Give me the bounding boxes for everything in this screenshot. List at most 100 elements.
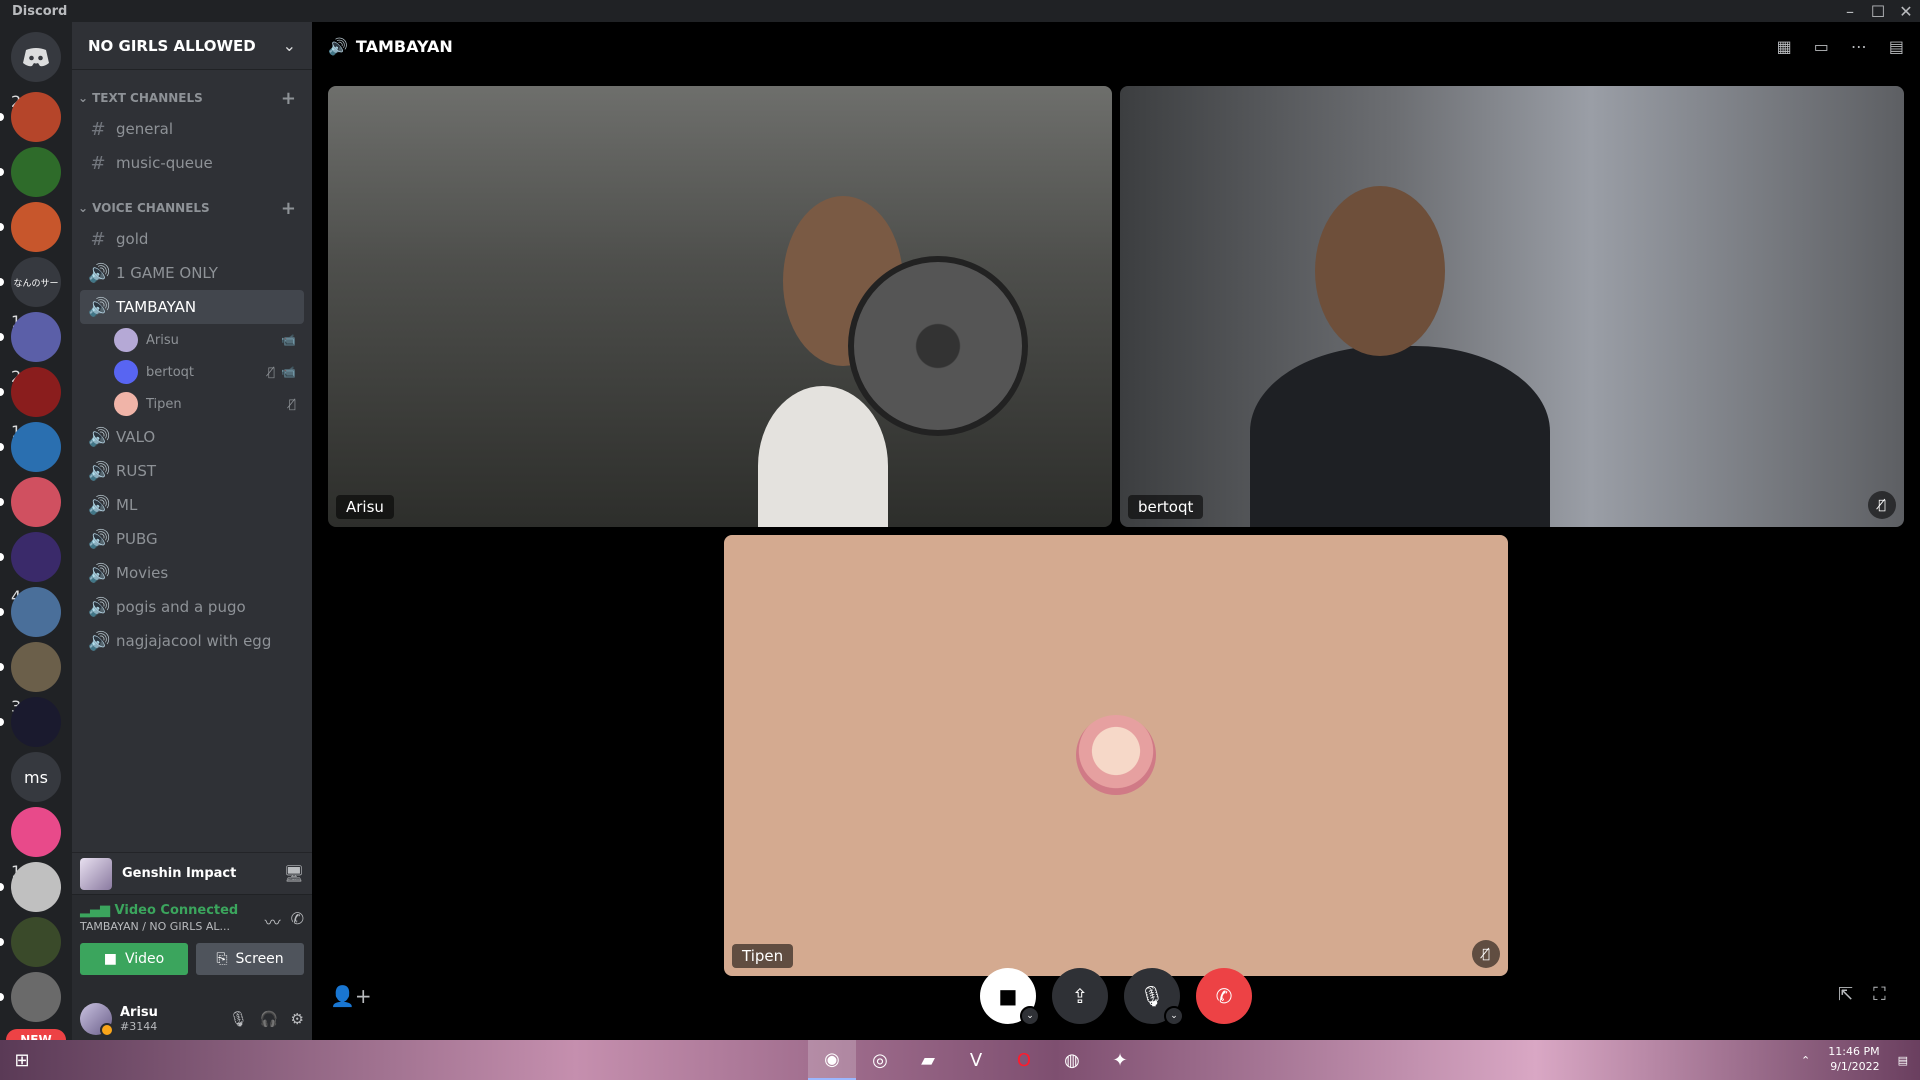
server-icon-16[interactable] — [11, 972, 61, 1022]
fullscreen-icon[interactable]: ⛶ — [1873, 984, 1886, 1005]
chevron-down-icon[interactable]: ⌄ — [1020, 1006, 1040, 1026]
channel-valo[interactable]: 🔊 VALO — [80, 420, 304, 454]
channel-pogis-and-a-pugo[interactable]: 🔊 pogis and a pugo — [80, 590, 304, 624]
microphone-icon[interactable]: 🎙 — [229, 1010, 248, 1028]
channel-movies[interactable]: 🔊 Movies — [80, 556, 304, 590]
muted-mic-icon: 🎙̸ — [288, 397, 296, 411]
server-icon-11[interactable]: 3 — [11, 697, 61, 747]
channel-tambayan[interactable]: 🔊 TAMBAYAN — [80, 290, 304, 324]
stream-game-icon[interactable]: 🖥 — [284, 864, 304, 883]
guild-header[interactable]: NO GIRLS ALLOWED ⌄ — [72, 22, 312, 70]
video-tile-tipen[interactable]: Tipen 🎙̸ — [724, 535, 1508, 976]
video-camera-icon: 📹 — [281, 365, 296, 379]
server-icon-15[interactable] — [11, 917, 61, 967]
disconnect-button[interactable]: ✆ — [1196, 968, 1252, 1024]
server-icon-14[interactable]: 1 — [11, 862, 61, 912]
unread-pill — [0, 883, 4, 891]
category-text-channels[interactable]: ⌄ TEXT CHANNELS + — [72, 84, 312, 112]
camera-button[interactable]: ■ ⌄ — [980, 968, 1040, 1026]
disconnect-icon[interactable]: ✆ — [291, 909, 304, 933]
channel-1-game-only[interactable]: 🔊 1 GAME ONLY — [80, 256, 304, 290]
voice-location: TAMBAYAN / NO GIRLS AL... — [80, 920, 230, 933]
activity-bar: Genshin Impact 🖥 — [72, 852, 312, 894]
video-tile-bertoqt[interactable]: bertoqt 🎙̸ — [1120, 86, 1904, 527]
server-icon-12[interactable]: ms — [11, 752, 61, 802]
noise-suppression-icon[interactable]: 〰 — [265, 909, 281, 933]
grid-layout-icon[interactable]: ▦ — [1777, 37, 1792, 56]
avatar[interactable] — [80, 1003, 114, 1037]
opera-icon[interactable]: O — [1000, 1040, 1048, 1080]
member-name: Arisu — [146, 332, 179, 348]
unread-pill — [0, 223, 4, 231]
screen-share-button[interactable]: ⎘ Screen — [196, 943, 304, 975]
valorant-icon[interactable]: V — [952, 1040, 1000, 1080]
headphones-icon[interactable]: 🎧 — [260, 1010, 279, 1028]
server-icon-3[interactable]: なんのサー — [11, 257, 61, 307]
channel-general[interactable]: # general — [80, 112, 304, 146]
speaker-icon: 🔊 — [88, 596, 111, 618]
notifications-icon[interactable]: ▤ — [1898, 1054, 1908, 1067]
tile-label: Arisu — [336, 495, 394, 519]
channel-ml[interactable]: 🔊 ML — [80, 488, 304, 522]
chat-icon[interactable]: ▤ — [1889, 37, 1904, 56]
close-button[interactable]: ✕ — [1892, 0, 1920, 22]
gear-icon[interactable]: ⚙ — [291, 1010, 304, 1028]
server-icon-9[interactable]: 4 — [11, 587, 61, 637]
call-header: 🔊 TAMBAYAN ▦ ▭ ⋯ ▤ — [312, 22, 1920, 70]
voice-member[interactable]: Arisu 📹 — [106, 324, 304, 356]
popout-icon[interactable]: ⇱ — [1838, 984, 1853, 1005]
category-voice-channels[interactable]: ⌄ VOICE CHANNELS + — [72, 194, 312, 222]
genshin-icon[interactable]: ✦ — [1096, 1040, 1144, 1080]
add-channel-icon[interactable]: + — [281, 88, 296, 109]
game-icon — [80, 857, 112, 890]
server-icon-1[interactable] — [11, 147, 61, 197]
server-icon-10[interactable] — [11, 642, 61, 692]
server-icon-4[interactable]: 1 — [11, 312, 61, 362]
voice-member[interactable]: bertoqt 🎙̸ 📹 — [106, 356, 304, 388]
server-avatar — [11, 422, 61, 472]
minimize-button[interactable]: – — [1836, 0, 1864, 22]
server-icon-7[interactable] — [11, 477, 61, 527]
voice-status[interactable]: ▂▄▆ Video Connected — [80, 903, 238, 918]
clock[interactable]: 11:46 PM 9/1/2022 — [1828, 1045, 1879, 1075]
new-badge[interactable]: NEW — [6, 1029, 66, 1040]
channel-sidebar: NO GIRLS ALLOWED ⌄ ⌄ TEXT CHANNELS + # gen… — [72, 22, 312, 1040]
server-icon-0[interactable]: 2 — [11, 92, 61, 142]
channel-label: Movies — [116, 564, 169, 582]
chevron-down-icon[interactable]: ⌄ — [1164, 1006, 1184, 1026]
user-tag: #3144 — [120, 1020, 158, 1033]
chevron-down-icon: ⌄ — [78, 91, 89, 105]
microphone-button[interactable]: 🎙 ⌄ — [1124, 968, 1184, 1026]
server-icon-13[interactable] — [11, 807, 61, 857]
share-screen-button[interactable]: ⇪ — [1052, 968, 1108, 1024]
video-button[interactable]: ■ Video — [80, 943, 188, 975]
speaker-icon: 🔊 — [88, 426, 111, 448]
server-icon-5[interactable]: 2 — [11, 367, 61, 417]
popout-icon[interactable]: ▭ — [1814, 37, 1829, 56]
chrome-icon[interactable]: ◍ — [1048, 1040, 1096, 1080]
speaker-icon: 🔊 — [88, 528, 111, 550]
channel-gold[interactable]: # gold — [80, 222, 304, 256]
channel-nagjajacool-with-egg[interactable]: 🔊 nagjajacool with egg — [80, 624, 304, 658]
video-tile-arisu[interactable]: Arisu — [328, 86, 1112, 527]
channel-rust[interactable]: 🔊 RUST — [80, 454, 304, 488]
server-icon-2[interactable] — [11, 202, 61, 252]
channel-pubg[interactable]: 🔊 PUBG — [80, 522, 304, 556]
server-icon-6[interactable]: 1 — [11, 422, 61, 472]
home-button[interactable] — [11, 32, 61, 82]
file-explorer-icon[interactable]: ▰ — [904, 1040, 952, 1080]
more-options-icon[interactable]: ⋯ — [1851, 37, 1867, 56]
add-channel-icon[interactable]: + — [281, 198, 296, 219]
video-camera-icon: ■ — [103, 951, 117, 967]
steam-taskbar-icon[interactable]: ◎ — [856, 1040, 904, 1080]
maximize-button[interactable]: ☐ — [1864, 0, 1892, 22]
discord-taskbar-icon[interactable]: ◉ — [808, 1040, 856, 1080]
windows-start-icon[interactable]: ⊞ — [0, 1040, 44, 1080]
server-icon-8[interactable] — [11, 532, 61, 582]
channel-music-queue[interactable]: # music-queue — [80, 146, 304, 180]
tray-chevron-icon[interactable]: ⌃ — [1801, 1054, 1810, 1067]
add-user-icon[interactable]: 👤+ — [330, 984, 372, 1008]
voice-member[interactable]: Tipen 🎙̸ — [106, 388, 304, 420]
discord-logo-icon — [23, 48, 49, 67]
muted-mic-icon: 🎙̸ — [1868, 491, 1896, 519]
